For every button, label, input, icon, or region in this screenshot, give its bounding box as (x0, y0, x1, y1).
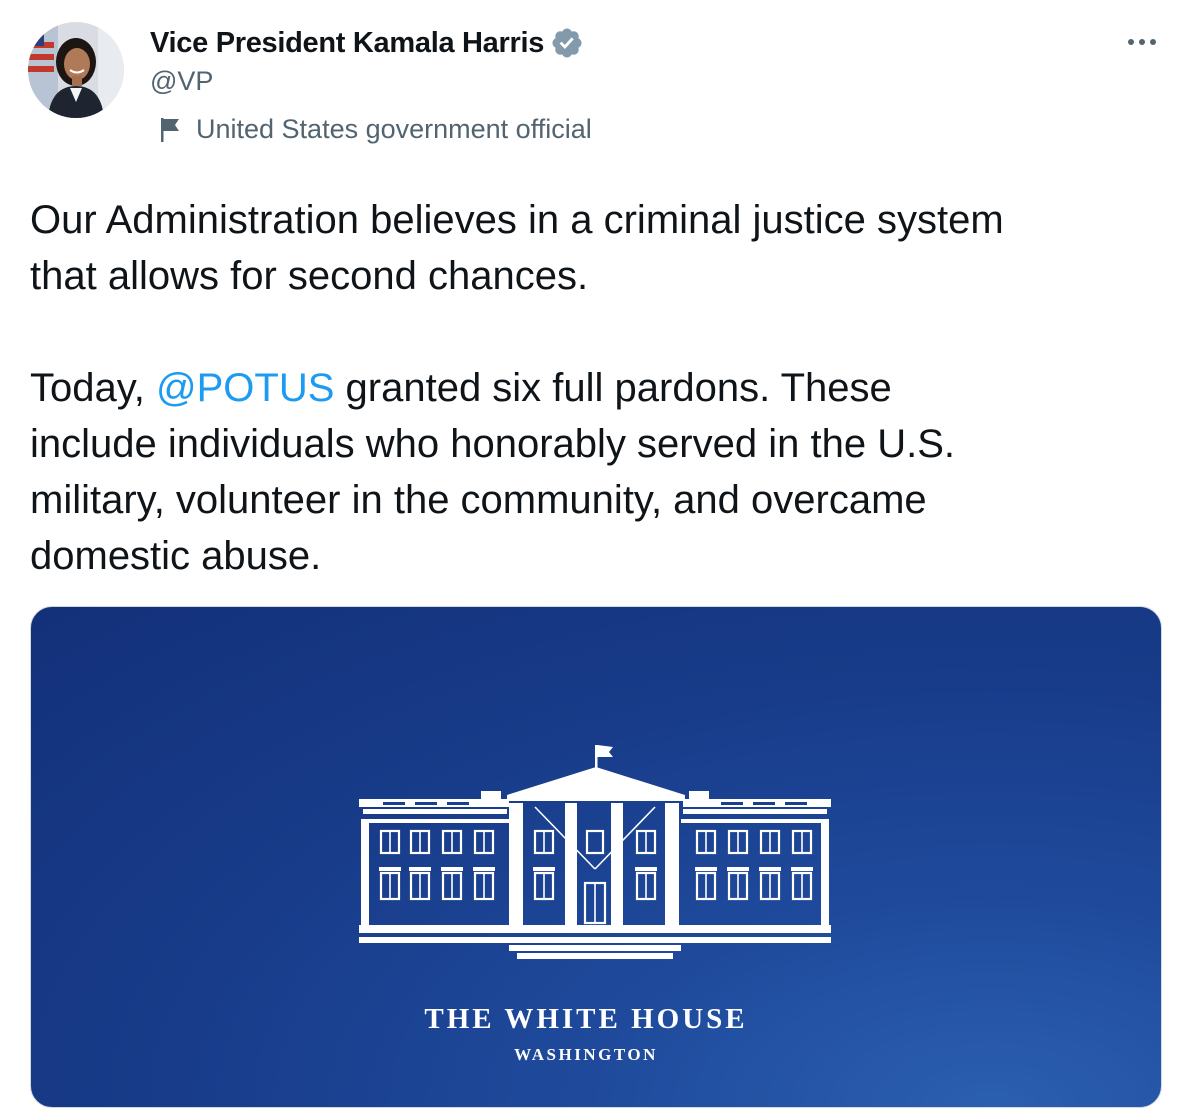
tweet-line: Our Administration believes in a crimina… (30, 198, 1004, 242)
author-handle[interactable]: @VP (150, 66, 213, 97)
white-house-logo-icon (359, 745, 831, 959)
author-avatar[interactable] (28, 22, 124, 118)
flag-icon (161, 117, 179, 142)
mention-link[interactable]: @POTUS (156, 366, 334, 410)
tweet-line: include individuals who honorably served… (30, 422, 955, 466)
media-title: THE WHITE HOUSE (424, 1003, 748, 1035)
tweet-media-image[interactable]: THE WHITE HOUSE WASHINGTON (30, 606, 1162, 1108)
author-display-name-text: Vice President Kamala Harris (150, 26, 545, 59)
media-subtitle: WASHINGTON (514, 1045, 658, 1064)
tweet-line: domestic abuse. (30, 534, 322, 578)
profile-photo-icon (28, 22, 124, 118)
tweet-text-segment: granted six full pardons. These (334, 366, 892, 410)
tweet-text-segment: Today, (30, 366, 156, 410)
tweet-line: Today, @POTUS granted six full pardons. … (30, 360, 1165, 416)
tweet-line: military, volunteer in the community, an… (30, 478, 927, 522)
government-official-label-text: United States government official (196, 114, 592, 144)
verified-badge-icon (550, 26, 584, 60)
government-official-label[interactable]: United States government official (160, 114, 592, 145)
more-options-icon[interactable] (1124, 28, 1160, 56)
tweet-line: that allows for second chances. (30, 254, 589, 298)
author-display-name[interactable]: Vice President Kamala Harris (150, 26, 584, 60)
tweet-text: Our Administration believes in a crimina… (30, 192, 1165, 584)
